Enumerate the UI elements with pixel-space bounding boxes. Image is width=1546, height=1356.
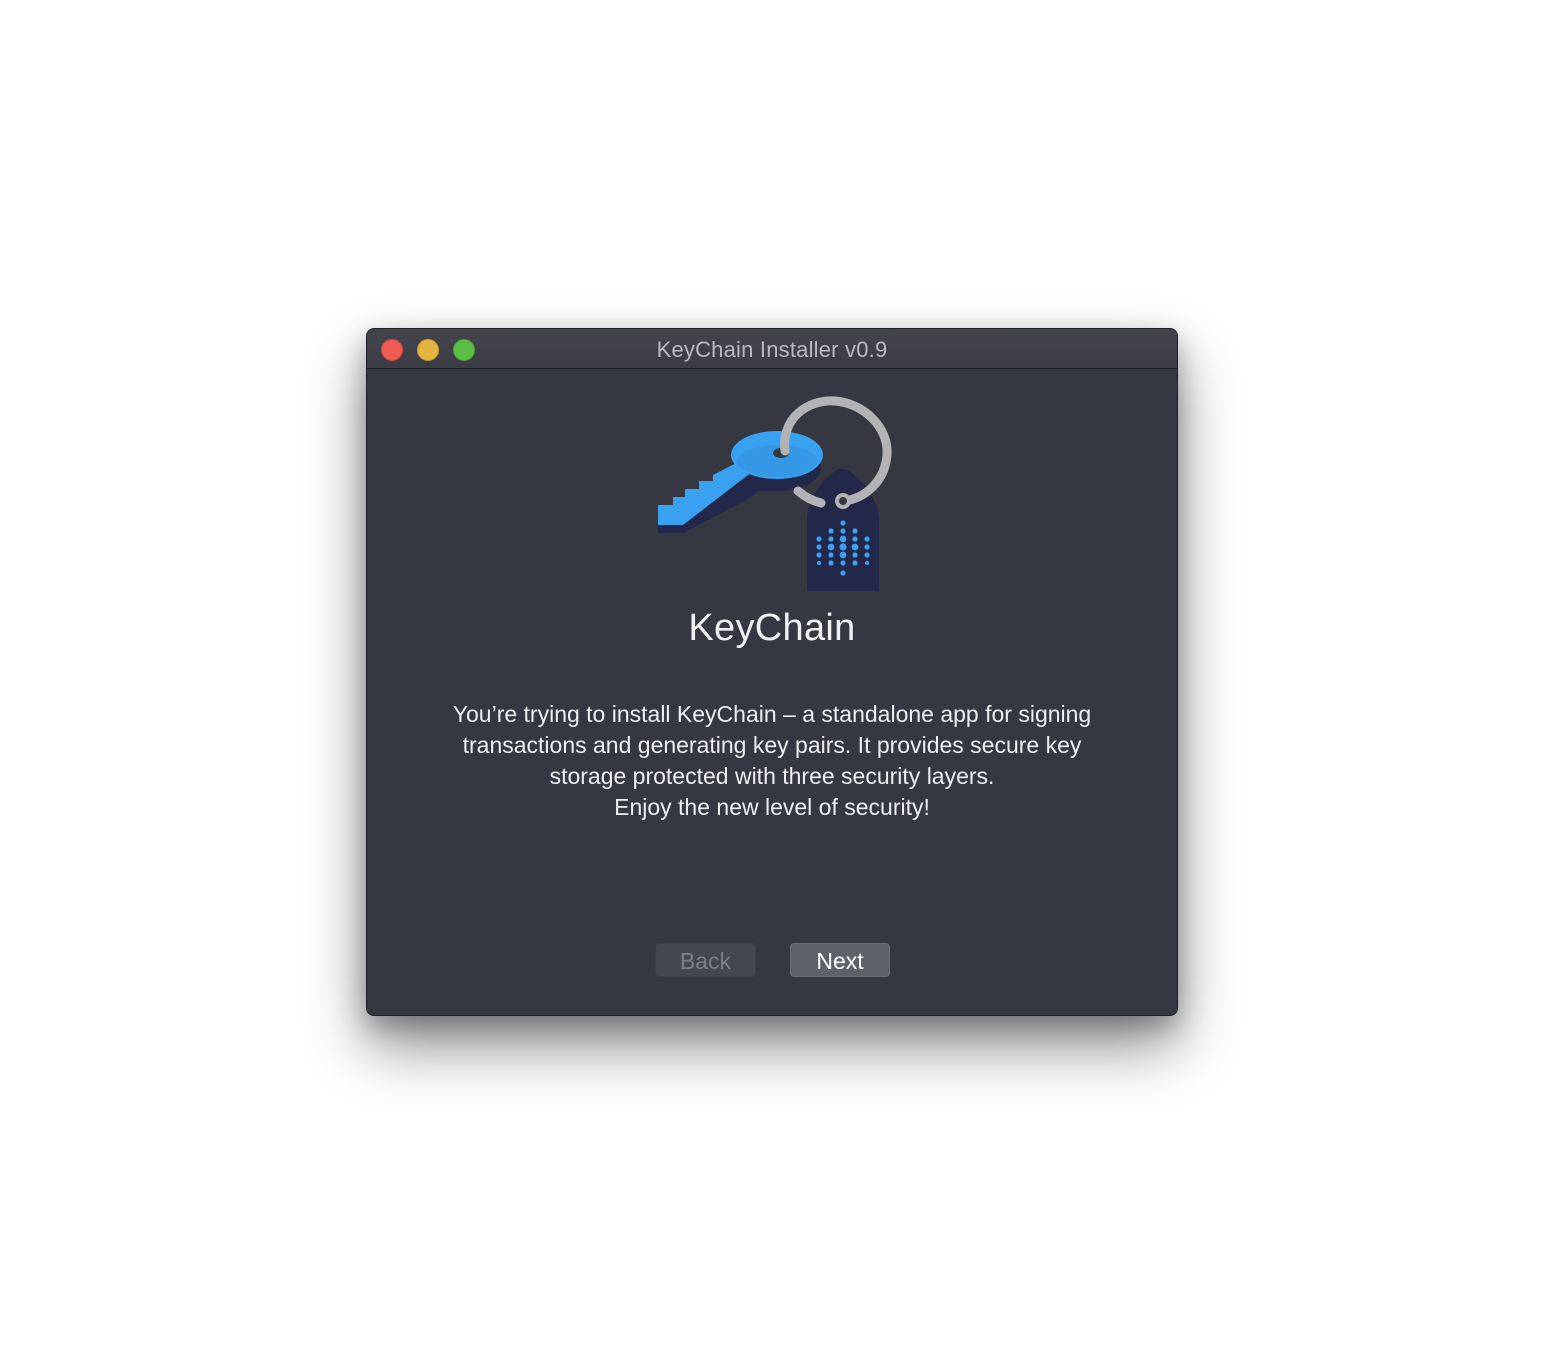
tag-hole	[835, 493, 851, 509]
installer-window: KeyChain Installer v0.9 KeyChain You’re …	[366, 328, 1178, 1016]
back-button[interactable]: Back	[655, 943, 756, 977]
description-line: transactions and generating key pairs. I…	[462, 732, 1082, 758]
keychain-icon	[658, 396, 892, 591]
app-name: KeyChain	[688, 607, 856, 649]
window-title: KeyChain Installer v0.9	[656, 337, 888, 362]
desktop-background: KeyChain Installer v0.9 KeyChain You’re …	[0, 0, 1546, 1356]
next-button[interactable]: Next	[790, 943, 890, 977]
description-line: Enjoy the new level of security!	[614, 794, 930, 820]
install-description: You’re trying to install KeyChain – a st…	[407, 699, 1137, 823]
title-bar[interactable]: KeyChain Installer v0.9	[367, 329, 1177, 369]
description-line: You’re trying to install KeyChain – a st…	[452, 701, 1092, 727]
description-line: storage protected with three security la…	[549, 763, 995, 789]
